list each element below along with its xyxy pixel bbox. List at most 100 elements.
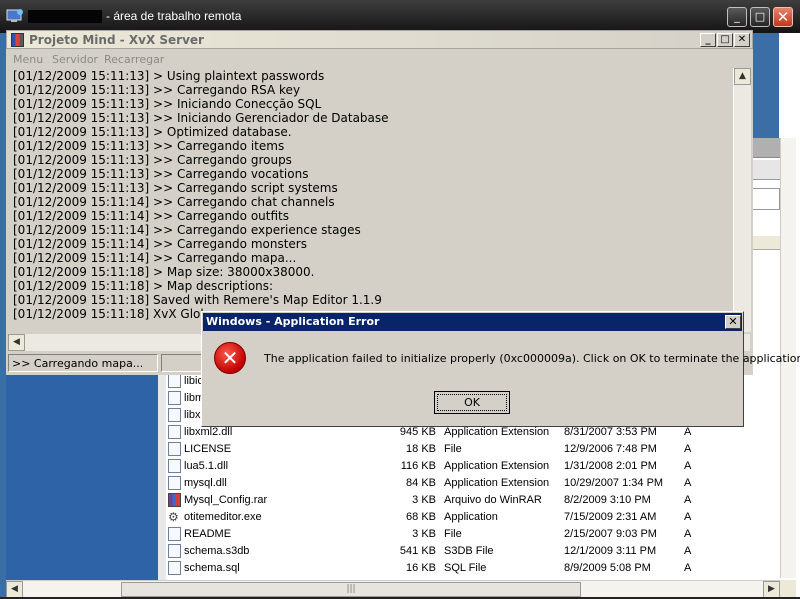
file-size: 84 KB bbox=[406, 477, 436, 489]
file-type: SQL File bbox=[444, 562, 487, 574]
scroll-left-button[interactable]: ◀ bbox=[6, 581, 23, 598]
file-row[interactable]: README 3 KB File 2/15/2007 9:03 PM A bbox=[166, 526, 752, 543]
dialog-close-button[interactable]: ✕ bbox=[725, 315, 741, 329]
log-line: [01/12/2009 15:11:13] >> Carregando RSA … bbox=[13, 83, 301, 97]
log-line: [01/12/2009 15:11:13] > Optimized databa… bbox=[13, 125, 292, 139]
file-type: Arquivo do WinRAR bbox=[444, 494, 542, 506]
file-date: 8/2/2009 3:10 PM bbox=[564, 494, 651, 506]
file-size: 541 KB bbox=[399, 545, 436, 557]
log-line: [01/12/2009 15:11:13] >> Carregando scri… bbox=[13, 181, 338, 195]
scroll-up-button[interactable]: ▲ bbox=[734, 68, 751, 85]
explorer-titlebar-fragment bbox=[752, 138, 780, 158]
executable-icon: ⚙ bbox=[168, 510, 179, 524]
file-date: 12/1/2009 3:11 PM bbox=[564, 545, 657, 557]
scroll-thumb[interactable]: ||| bbox=[121, 582, 581, 597]
scrollbar-corner bbox=[780, 580, 796, 597]
redacted-hostname bbox=[28, 10, 102, 23]
log-vertical-scrollbar[interactable]: ▲ bbox=[733, 68, 751, 332]
file-icon bbox=[168, 527, 181, 541]
file-name: schema.s3db bbox=[184, 545, 250, 557]
menu-item-servidor[interactable]: Servidor bbox=[52, 53, 98, 66]
log-line: [01/12/2009 15:11:14] >> Carregando expe… bbox=[13, 223, 361, 237]
file-attr: A bbox=[684, 460, 692, 472]
scroll-right-button[interactable]: ▶ bbox=[763, 581, 780, 598]
file-attr: A bbox=[684, 528, 692, 540]
file-size: 3 KB bbox=[412, 528, 436, 540]
rdp-maximize-button[interactable]: □ bbox=[750, 7, 770, 27]
file-name: README bbox=[184, 528, 232, 540]
log-line: [01/12/2009 15:11:14] >> Carregando mons… bbox=[13, 237, 307, 251]
scroll-left-button[interactable]: ◀ bbox=[8, 334, 25, 351]
file-name: libxml2.dll bbox=[184, 426, 233, 438]
file-row[interactable]: LICENSE 18 KB File 12/9/2006 7:48 PM A bbox=[166, 441, 752, 458]
file-attr: A bbox=[684, 443, 692, 455]
file-size: 3 KB bbox=[412, 494, 436, 506]
file-icon bbox=[168, 374, 181, 388]
server-menubar: Menu Servidor Recarregar bbox=[6, 50, 753, 68]
file-type: File bbox=[444, 443, 462, 455]
log-line: [01/12/2009 15:11:13] >> Carregando voca… bbox=[13, 167, 309, 181]
file-name: libx bbox=[184, 409, 201, 421]
file-date: 7/15/2009 2:31 AM bbox=[564, 511, 657, 523]
log-line: [01/12/2009 15:11:18] Saved with Remere'… bbox=[13, 293, 382, 307]
file-type: Application bbox=[444, 511, 498, 523]
file-date: 10/29/2007 1:34 PM bbox=[564, 477, 664, 489]
file-row[interactable]: ⚙ otitemeditor.exe 68 KB Application 7/15/20… bbox=[166, 509, 752, 526]
file-name: LICENSE bbox=[184, 443, 232, 455]
file-type: Application Extension bbox=[444, 426, 550, 438]
server-maximize-button[interactable]: □ bbox=[717, 33, 733, 47]
application-error-dialog: Windows - Application Error ✕ ✕ The appl… bbox=[201, 311, 800, 427]
server-app-icon bbox=[11, 33, 24, 47]
log-line: [01/12/2009 15:11:14] >> Carregando outf… bbox=[13, 209, 289, 223]
file-row[interactable]: Mysql_Config.rar 3 KB Arquivo do WinRAR 8/2… bbox=[166, 492, 752, 509]
server-status-text: >> Carregando mapa... bbox=[8, 354, 158, 372]
file-icon bbox=[168, 442, 181, 456]
rdp-close-button[interactable]: ✕ bbox=[773, 7, 793, 27]
server-close-button[interactable]: ✕ bbox=[734, 33, 750, 47]
file-attr: A bbox=[684, 562, 692, 574]
remote-desktop-icon bbox=[6, 8, 24, 24]
explorer-pane-separator[interactable] bbox=[158, 370, 166, 580]
dll-file-icon bbox=[168, 476, 181, 490]
file-row[interactable]: mysql.dll 84 KB Application Extension 10/29… bbox=[166, 475, 752, 492]
server-minimize-button[interactable]: _ bbox=[700, 33, 716, 47]
remote-desktop-titlebar: - área de trabalho remota _ □ ✕ bbox=[0, 0, 800, 33]
file-size: 945 KB bbox=[399, 426, 436, 438]
log-line: [01/12/2009 15:11:18] > Map descriptions… bbox=[13, 279, 274, 293]
winrar-archive-icon bbox=[168, 493, 181, 507]
rdp-minimize-button[interactable]: _ bbox=[727, 7, 747, 27]
file-row[interactable]: schema.s3db 541 KB S3DB File 12/1/2009 3:11… bbox=[166, 543, 752, 560]
file-size: 18 KB bbox=[406, 443, 436, 455]
file-row[interactable]: schema.sql 16 KB SQL File 8/9/2009 5:08 PM A bbox=[166, 560, 752, 577]
file-name: Mysql_Config.rar bbox=[184, 494, 268, 506]
file-icon bbox=[168, 544, 181, 558]
file-date: 8/31/2007 3:53 PM bbox=[564, 426, 657, 438]
file-name: schema.sql bbox=[184, 562, 240, 574]
server-log-output[interactable]: [01/12/2009 15:11:13] > Using plaintext … bbox=[8, 68, 739, 350]
log-line: [01/12/2009 15:11:13] > Using plaintext … bbox=[13, 69, 325, 83]
log-line: [01/12/2009 15:11:13] >> Iniciando Geren… bbox=[13, 111, 389, 125]
file-row[interactable]: lua5.1.dll 116 KB Application Extension 1/3… bbox=[166, 458, 752, 475]
explorer-task-pane bbox=[6, 370, 158, 580]
file-attr: A bbox=[684, 511, 692, 523]
menu-item-recarregar[interactable]: Recarregar bbox=[104, 53, 164, 66]
file-type: Application Extension bbox=[444, 477, 550, 489]
dialog-title: Windows - Application Error bbox=[206, 315, 380, 328]
file-date: 8/9/2009 5:08 PM bbox=[564, 562, 651, 574]
file-size: 16 KB bbox=[406, 562, 436, 574]
explorer-menubar-fragment bbox=[752, 160, 780, 180]
file-name: mysql.dll bbox=[184, 477, 227, 489]
ok-button[interactable]: OK bbox=[434, 391, 510, 414]
explorer-horizontal-scrollbar[interactable]: ◀ ||| ▶ bbox=[6, 580, 780, 598]
menu-item-menu[interactable]: Menu bbox=[13, 53, 43, 66]
file-name: otitemeditor.exe bbox=[184, 511, 262, 523]
remote-desktop-title: - área de trabalho remota bbox=[106, 9, 242, 23]
log-line: [01/12/2009 15:11:13] >> Iniciando Conec… bbox=[13, 97, 322, 111]
explorer-address-fragment bbox=[752, 188, 780, 210]
dialog-titlebar: Windows - Application Error ✕ bbox=[203, 313, 742, 331]
file-type: File bbox=[444, 528, 462, 540]
log-line: [01/12/2009 15:11:18] > Map size: 38000x… bbox=[13, 265, 315, 279]
text-file-icon bbox=[168, 561, 181, 575]
file-icon bbox=[168, 408, 181, 422]
file-attr: A bbox=[684, 545, 692, 557]
